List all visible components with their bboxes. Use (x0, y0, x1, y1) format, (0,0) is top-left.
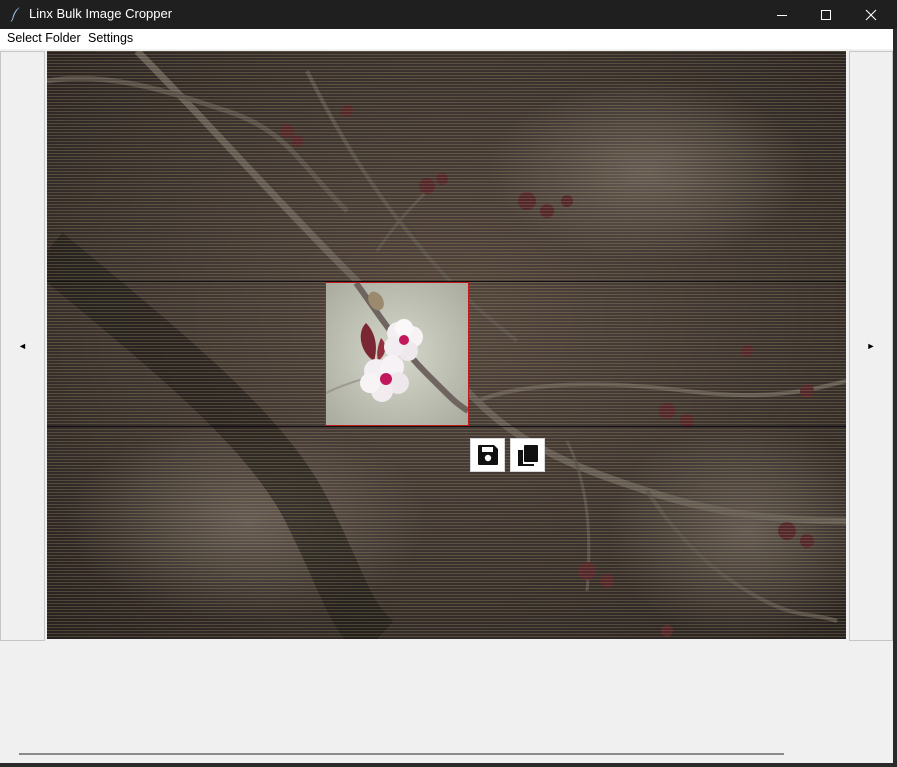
minimize-button[interactable] (759, 0, 805, 29)
arrow-left-icon: ◄ (18, 341, 27, 351)
next-image-button[interactable]: ► (849, 51, 893, 641)
feather-icon (10, 7, 20, 22)
copy-button[interactable] (510, 438, 545, 472)
menu-bar: Select Folder Settings (0, 29, 893, 49)
menu-settings[interactable]: Settings (88, 31, 133, 45)
maximize-icon (821, 9, 831, 20)
window-title: Linx Bulk Image Cropper (29, 6, 173, 21)
crop-preview (326, 283, 468, 425)
floppy-disk-icon (477, 445, 498, 465)
copy-icon (517, 445, 538, 466)
save-button[interactable] (470, 438, 505, 472)
maximize-button[interactable] (803, 0, 849, 29)
previous-image-button[interactable]: ◄ (0, 51, 45, 641)
close-button[interactable] (848, 0, 894, 29)
menu-select-folder[interactable]: Select Folder (7, 31, 81, 45)
crop-selection[interactable] (325, 282, 469, 426)
minimize-icon (777, 14, 787, 16)
title-bar: Linx Bulk Image Cropper (0, 0, 897, 29)
arrow-right-icon: ► (866, 341, 876, 351)
window-border-right (893, 29, 897, 767)
horizontal-scrollbar[interactable] (19, 753, 784, 755)
window-border-bottom (0, 763, 897, 767)
main-panel: ◄ ► (0, 49, 893, 763)
image-canvas[interactable] (47, 51, 846, 639)
close-icon (865, 9, 877, 20)
